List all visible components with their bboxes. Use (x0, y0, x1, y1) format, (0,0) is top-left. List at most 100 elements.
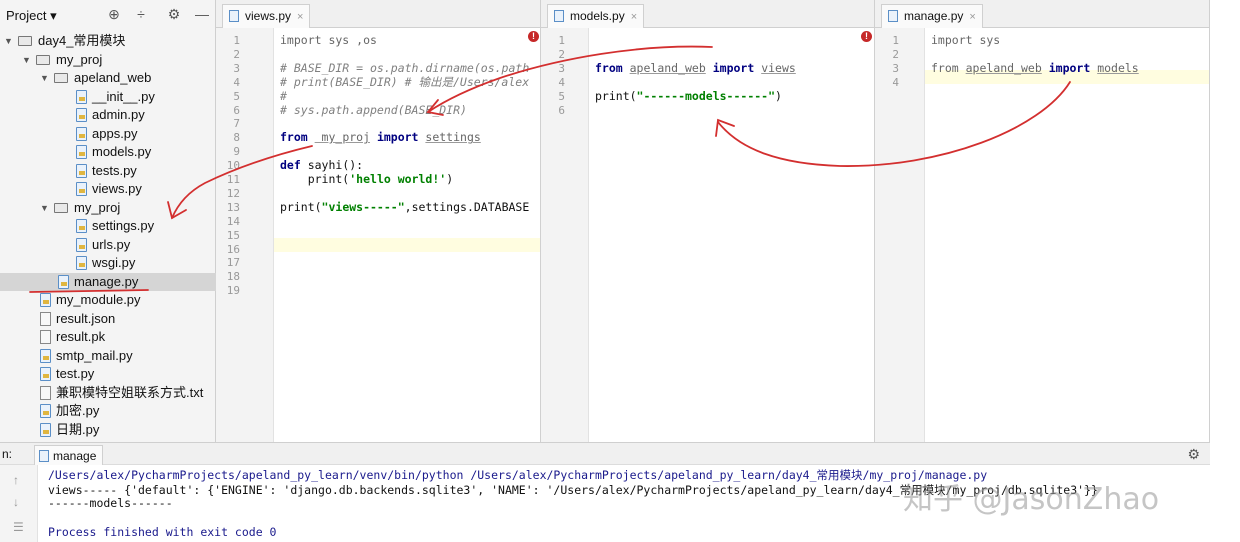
python-file-icon (76, 256, 87, 270)
soft-wrap-icon[interactable]: ☰ (13, 520, 24, 534)
line-number: 3 (233, 61, 240, 75)
target-icon[interactable]: ⊕ (106, 6, 122, 23)
code-token: print( (595, 88, 637, 103)
tree-item-label: 日期.py (56, 421, 100, 437)
project-view-selector[interactable]: Project ▾ (6, 8, 57, 24)
code-token: import sys (931, 33, 1001, 47)
watermark: 知乎 @JasonZhao (903, 482, 1160, 517)
python-file-icon (40, 422, 51, 437)
line-number: 1 (233, 34, 240, 47)
hide-icon[interactable]: — (194, 6, 210, 22)
console-line: Process finished with exit code 0 (48, 525, 277, 539)
code-token: settings (425, 130, 481, 145)
project-panel: Project ▾ ⊕ ÷ ⚙ — ▼ day4_常用模块 ▼ my_proj ▼ ape… (0, 0, 216, 442)
code-token: "------models------" (636, 88, 776, 103)
code-token: apeland_web (629, 60, 706, 75)
close-icon[interactable]: × (297, 11, 303, 23)
line-number: 4 (892, 75, 899, 89)
tree-item[interactable]: 日期.py (0, 421, 216, 439)
error-icon[interactable]: ! (528, 31, 539, 42)
line-number: 10 (226, 159, 240, 173)
python-file-icon (58, 274, 69, 289)
line-number: 9 (233, 145, 240, 159)
expand-arrow-icon[interactable]: ▼ (40, 69, 49, 87)
tree-item[interactable]: manage.py (0, 272, 216, 291)
code-token: ) (446, 172, 454, 186)
tree-item[interactable]: settings.py (0, 217, 216, 235)
code-token: from (280, 130, 315, 145)
tree-item-label: my_proj (56, 51, 103, 67)
run-tab-label: manage (53, 449, 97, 463)
expand-arrow-icon[interactable]: ▼ (40, 199, 49, 217)
tree-item[interactable]: smtp_mail.py (0, 347, 216, 365)
python-file-icon (76, 163, 87, 178)
tree-item[interactable]: admin.py (0, 106, 216, 124)
code-token: def (280, 158, 308, 173)
code-token: my_proj (314, 130, 371, 145)
tree-item[interactable]: wsgi.py (0, 254, 216, 272)
line-gutter: 1234 (875, 28, 925, 442)
tree-item[interactable]: result.json (0, 310, 216, 328)
gear-icon[interactable]: ⚙ (166, 6, 182, 23)
code-line: print("------models------") (595, 89, 782, 103)
folder-icon (18, 36, 32, 46)
tree-item-label: test.py (56, 366, 95, 381)
code-line: # print(BASE_DIR) # 输出是/Users/alex (280, 75, 529, 89)
python-file-icon (76, 219, 87, 233)
tree-item[interactable]: ▼ my_proj (0, 51, 216, 69)
tree-item[interactable]: urls.py (0, 236, 216, 254)
close-icon[interactable]: × (969, 11, 975, 23)
code-token: models (1097, 60, 1139, 75)
tree-item[interactable]: apps.py (0, 125, 216, 143)
tree-item[interactable]: 兼职模特空姐联系方式.txt (0, 384, 216, 402)
tree-item[interactable]: 加密.py (0, 402, 216, 420)
tree-item[interactable]: test.py (0, 365, 216, 383)
line-gutter: 123456 (541, 28, 589, 442)
line-number: 12 (226, 186, 240, 200)
code-line: def sayhi(): (280, 158, 363, 172)
python-file-icon (76, 126, 87, 141)
tree-item[interactable]: ▼ apeland_web (0, 69, 216, 87)
scroll-down-icon[interactable]: ↓ (13, 495, 19, 509)
code-token: 'hello world!' (349, 172, 447, 186)
python-file-icon (888, 10, 898, 22)
text-file-icon (40, 311, 51, 326)
tab-manage-py[interactable]: manage.py × (881, 4, 983, 28)
settings-gear-icon[interactable]: ⚙ (1187, 446, 1200, 463)
tree-item[interactable]: my_module.py (0, 291, 216, 309)
tab-views-py[interactable]: views.py × (222, 4, 311, 28)
tree-item-label: 兼职模特空姐联系方式.txt (56, 384, 204, 400)
line-number: 7 (233, 117, 240, 131)
python-file-icon (40, 367, 51, 381)
close-icon[interactable]: × (631, 11, 637, 23)
code-token: sayhi(): (307, 158, 364, 173)
project-panel-header: Project ▾ ⊕ ÷ ⚙ — (0, 4, 216, 26)
collapse-all-icon[interactable]: ÷ (133, 6, 149, 22)
tree-item-label: day4_常用模块 (38, 33, 126, 48)
expand-arrow-icon[interactable]: ▼ (22, 51, 31, 69)
editor-tabbar: views.py × (216, 0, 540, 28)
line-number: 6 (558, 103, 565, 117)
error-icon[interactable]: ! (861, 31, 872, 42)
tree-item[interactable]: ▼ day4_常用模块 (0, 32, 216, 50)
text-file-icon (40, 330, 51, 344)
folder-icon (54, 73, 68, 83)
python-file-icon (40, 404, 51, 418)
run-tab-manage[interactable]: manage (34, 445, 104, 465)
line-number: 5 (558, 89, 565, 103)
code-line: from apeland_web import models (931, 61, 1139, 75)
expand-arrow-icon[interactable]: ▼ (4, 32, 13, 50)
tree-item[interactable]: tests.py (0, 162, 216, 180)
code-token: ,settings.DATABASE (404, 199, 530, 214)
tree-item[interactable]: result.pk (0, 328, 216, 346)
code-token: # sys.path.append(BASE_DIR) (280, 102, 467, 117)
tree-item-label: manage.py (74, 273, 139, 289)
tab-models-py[interactable]: models.py × (547, 4, 645, 28)
tab-label: models.py (570, 9, 625, 23)
tree-item[interactable]: models.py (0, 143, 216, 161)
tree-item[interactable]: __init__.py (0, 88, 216, 106)
scroll-up-icon[interactable]: ↑ (13, 473, 19, 487)
tree-item-label: smtp_mail.py (56, 347, 133, 363)
tree-item[interactable]: views.py (0, 180, 216, 198)
tree-item[interactable]: ▼ my_proj (0, 199, 216, 217)
